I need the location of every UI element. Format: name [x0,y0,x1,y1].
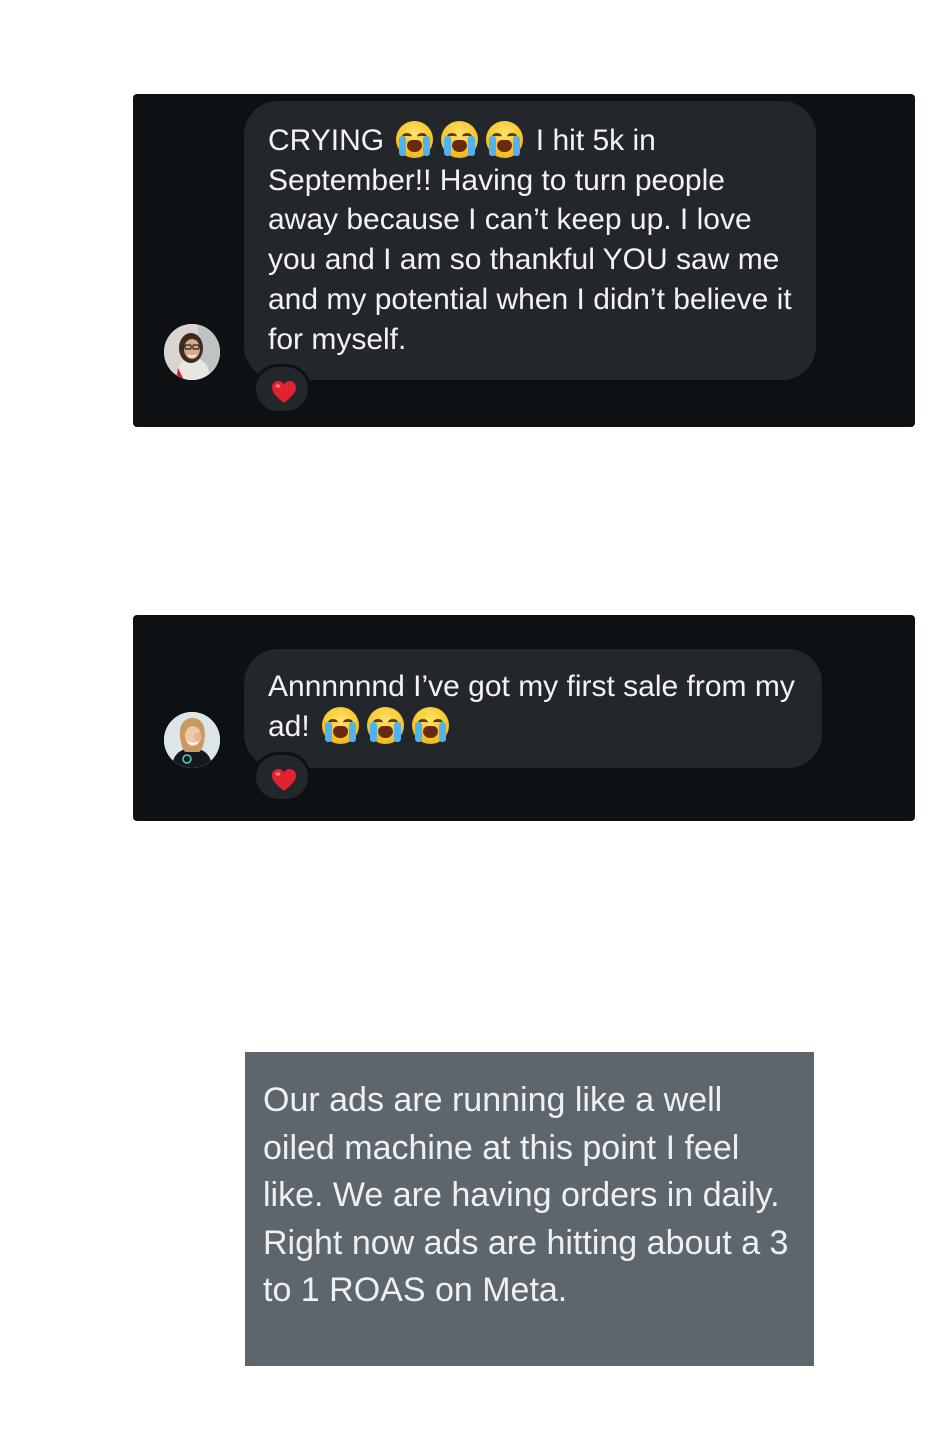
message-text: I hit 5k in September!! Having to turn p… [268,124,792,356]
profile-photo-icon [164,324,220,380]
heart-icon [272,381,296,403]
heart-reaction[interactable] [253,364,311,414]
loudly-crying-face-icon [396,121,434,158]
loudly-crying-face-icon [367,706,405,744]
message-text: CRYING [268,124,393,157]
profile-photo-icon [164,712,220,768]
loudly-crying-face-icon [412,706,450,744]
loudly-crying-face-icon [486,121,524,158]
loudly-crying-face-icon [441,121,479,158]
text-message-screenshot: Our ads are running like a well oiled ma… [245,1052,814,1366]
avatar[interactable] [164,712,220,768]
heart-icon [272,769,296,791]
message-card: Annnnnnd I’ve got my first sale from my … [133,615,915,821]
loudly-crying-face-icon [322,706,360,744]
message-card: CRYING I hit 5k in September!! Having to… [133,94,915,427]
message-bubble[interactable]: Annnnnnd I’ve got my first sale from my … [244,649,822,768]
avatar[interactable] [164,324,220,380]
message-bubble[interactable]: CRYING I hit 5k in September!! Having to… [244,101,816,380]
heart-reaction[interactable] [253,752,311,802]
note-text: Our ads are running like a well oiled ma… [263,1081,789,1309]
